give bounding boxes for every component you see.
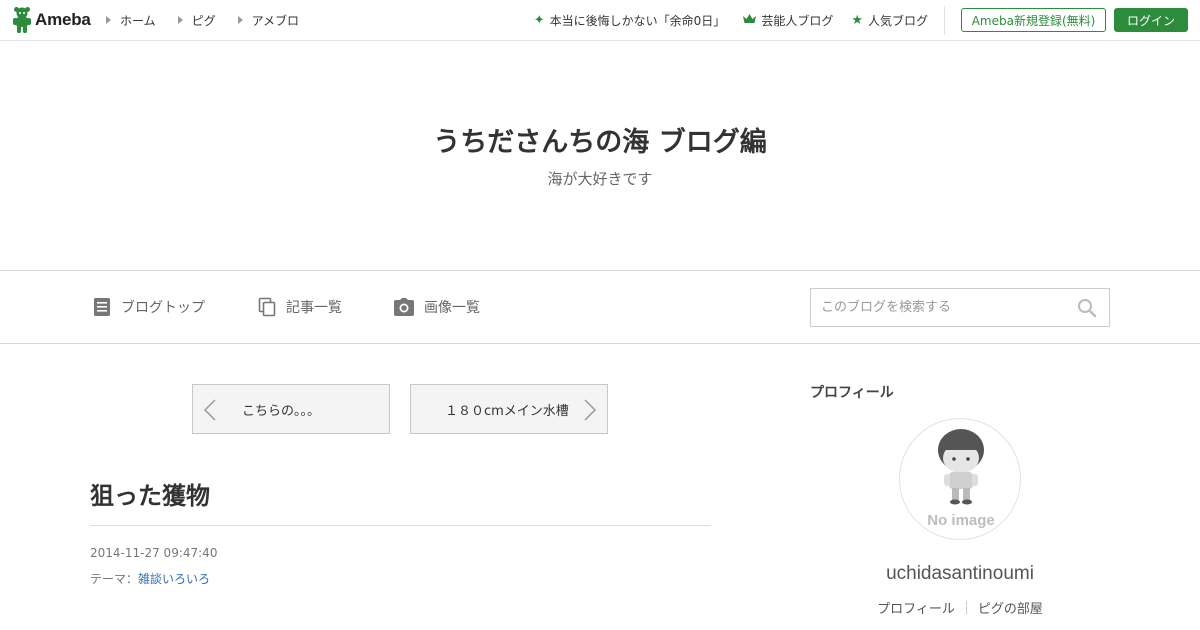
image-list-link[interactable]: 画像一覧 [394,271,480,343]
profile-link[interactable]: プロフィール [877,598,955,617]
triangle-right-icon [177,16,183,24]
star-icon: ★ [851,12,863,28]
camera-icon [394,298,414,316]
article-theme: テーマ：雑談いろいろ [90,570,210,587]
promo-label: 本当に後悔しかない「余命0日」 [549,13,726,28]
theme-prefix: テーマ： [90,572,139,586]
entry-list-label: 記事一覧 [286,300,342,316]
blog-search [810,288,1110,327]
chevron-right-icon [584,399,597,421]
celebrity-blog-label: 芸能人ブログ [761,13,834,28]
celebrity-blog-link[interactable]: 芸能人ブログ [743,12,833,29]
article-divider [90,525,711,526]
nav-pigg-link[interactable]: ピグ [177,12,216,29]
chevron-left-icon [203,399,216,421]
document-icon [93,297,111,317]
search-icon[interactable] [1077,298,1097,318]
pigg-room-link[interactable]: ピグの部屋 [978,598,1043,617]
prev-entry-button[interactable]: こちらの。。。 [192,384,390,434]
next-entry-label: １８０cmメイン水槽 [445,403,569,419]
ameba-logo[interactable]: Ameba [12,7,91,33]
profile-username[interactable]: uchidasantinoumi [810,563,1110,585]
blog-top-label: ブログトップ [121,300,205,316]
global-header: Ameba ホーム ピグ アメブロ ✦ 本当に後悔しかない「余命0日」 芸能人ブ… [0,0,1200,41]
promo-link[interactable]: ✦ 本当に後悔しかない「余命0日」 [534,12,726,29]
header-divider [944,6,945,35]
nav-ameblo-label: アメブロ [251,13,300,28]
prev-entry-label: こちらの。。。 [242,403,321,419]
ameba-mascot-icon [13,7,31,33]
blog-top-link[interactable]: ブログトップ [93,271,205,343]
sparkle-icon: ✦ [533,12,545,28]
logo-text: Ameba [35,10,91,29]
entry-list-link[interactable]: 記事一覧 [258,271,342,343]
popular-blog-label: 人気ブログ [867,13,928,28]
avatar[interactable]: No image [899,418,1021,540]
theme-link[interactable]: 雑談いろいろ [138,572,210,586]
image-list-label: 画像一覧 [424,300,480,316]
register-button[interactable]: Ameba新規登録(無料) [961,8,1106,32]
nav-pigg-label: ピグ [191,13,216,28]
profile-heading: プロフィール [810,385,894,401]
blog-nav: ブログトップ 記事一覧 画像一覧 [0,270,1200,344]
blog-title[interactable]: うちださんちの海 ブログ編 [0,120,1200,159]
global-nav-right: ✦ 本当に後悔しかない「余命0日」 芸能人ブログ ★ 人気ブログ [516,0,928,40]
article-date: 2014-11-27 09:47:40 [90,546,218,560]
article-title[interactable]: 狙った獲物 [90,476,210,511]
no-image-text: No image [927,512,995,529]
triangle-right-icon [237,16,243,24]
popular-blog-link[interactable]: ★ 人気ブログ [851,12,928,29]
login-button[interactable]: ログイン [1114,8,1188,32]
nav-home-link[interactable]: ホーム [106,12,156,29]
nav-ameblo-link[interactable]: アメブロ [237,12,300,29]
next-entry-button[interactable]: １８０cmメイン水槽 [410,384,608,434]
global-nav-left: ホーム ピグ アメブロ [106,0,321,40]
crown-icon [743,13,757,27]
pages-icon [258,297,276,317]
blog-search-input[interactable] [811,289,1071,326]
profile-links: プロフィール ピグの部屋 [810,598,1110,617]
link-separator [965,601,967,614]
triangle-right-icon [106,16,111,24]
nav-home-label: ホーム [120,13,156,28]
blog-subtitle: 海が大好きです [547,170,653,188]
